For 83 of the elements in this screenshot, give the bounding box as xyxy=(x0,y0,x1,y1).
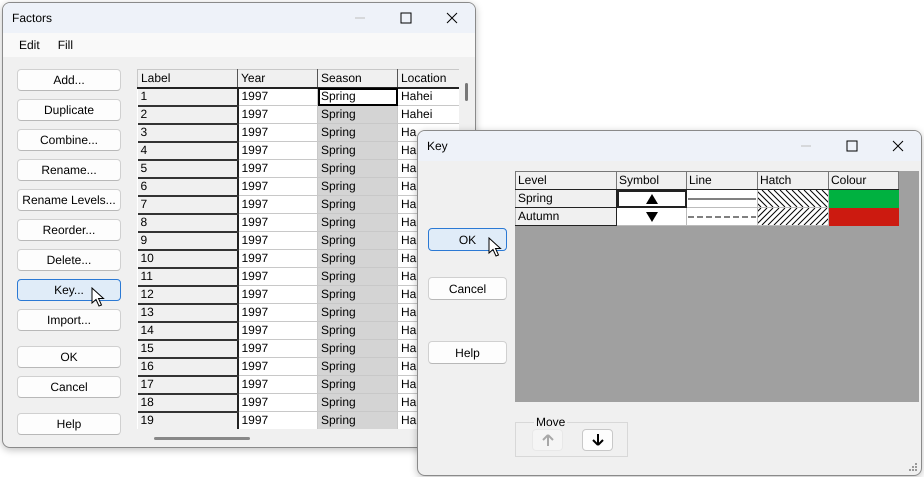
column-header: Symbol xyxy=(616,172,686,190)
close-icon[interactable] xyxy=(446,12,458,24)
table-cell: Spring xyxy=(318,304,398,322)
table-cell: Hahei xyxy=(398,106,459,124)
table-cell: Spring xyxy=(318,376,398,394)
group-label: Move xyxy=(535,415,566,429)
dialog-button[interactable]: OK xyxy=(428,228,507,251)
table-cell: Spring xyxy=(318,358,398,376)
dialog-button[interactable]: Add... xyxy=(17,69,121,91)
dialog-button[interactable]: Help xyxy=(17,413,121,435)
table-cell: 1997 xyxy=(238,286,318,304)
row-label: Spring xyxy=(516,190,616,208)
column-header[interactable]: Year xyxy=(238,70,318,88)
table-cell: Spring xyxy=(318,160,398,178)
menu-item[interactable]: Edit xyxy=(13,36,46,54)
table-cell: Spring xyxy=(318,412,398,429)
dialog-button[interactable]: Duplicate xyxy=(17,99,121,121)
window-title: Key xyxy=(427,139,449,153)
column-header: Line xyxy=(686,172,758,190)
table-cell: 1997 xyxy=(238,196,318,214)
column-header: Level xyxy=(516,172,616,190)
table-cell: Spring xyxy=(318,196,398,214)
up-arrow-icon xyxy=(542,434,554,446)
scrollbar-thumb[interactable] xyxy=(154,437,250,440)
table-cell: 1997 xyxy=(238,412,318,429)
mouse-cursor-icon xyxy=(91,287,105,307)
table-cell: Spring xyxy=(318,88,398,106)
dialog-button[interactable]: Combine... xyxy=(17,129,121,151)
table-cell: Spring xyxy=(318,250,398,268)
table-cell: Spring xyxy=(318,340,398,358)
down-arrow-icon xyxy=(592,434,604,446)
table-cell: 1997 xyxy=(238,232,318,250)
table-cell: 1997 xyxy=(238,268,318,286)
menu-item[interactable]: Fill xyxy=(52,36,80,54)
table-cell: Spring xyxy=(318,214,398,232)
dialog-button[interactable]: OK xyxy=(17,346,121,368)
table-cell: 1997 xyxy=(238,178,318,196)
dialog-button[interactable]: Import... xyxy=(17,309,121,331)
row-label: Autumn xyxy=(516,208,616,226)
table-cell: 1997 xyxy=(238,358,318,376)
maximize-icon[interactable] xyxy=(400,12,412,24)
dialog-button[interactable]: Reorder... xyxy=(17,219,121,241)
table-cell: Spring xyxy=(318,124,398,142)
table-cell: Spring xyxy=(318,286,398,304)
move-down-button[interactable] xyxy=(582,429,613,451)
table-cell: Spring xyxy=(318,178,398,196)
table-cell: Spring xyxy=(318,232,398,250)
dialog-button[interactable]: Rename Levels... xyxy=(17,189,121,211)
column-header[interactable]: Label xyxy=(138,70,238,88)
scrollbar-thumb[interactable] xyxy=(465,83,468,101)
dialog-button[interactable]: Delete... xyxy=(17,249,121,271)
dialog-button[interactable]: Cancel xyxy=(428,277,507,300)
colour-swatch[interactable] xyxy=(828,190,898,208)
table-cell: 1997 xyxy=(238,376,318,394)
close-icon[interactable] xyxy=(892,140,904,152)
table-cell: 1997 xyxy=(238,214,318,232)
dialog-button[interactable]: Key... xyxy=(17,279,121,301)
table-cell: Spring xyxy=(318,322,398,340)
table-cell: 1997 xyxy=(238,304,318,322)
mouse-cursor-icon xyxy=(488,237,502,257)
table-cell: Spring xyxy=(318,268,398,286)
dialog-button[interactable]: Cancel xyxy=(17,376,121,398)
resize-grip-icon[interactable] xyxy=(909,463,918,472)
column-header: Colour xyxy=(828,172,898,190)
table-cell: 1997 xyxy=(238,160,318,178)
maximize-icon[interactable] xyxy=(846,140,858,152)
window-title: Factors xyxy=(12,11,54,25)
dialog-button[interactable]: Rename... xyxy=(17,159,121,181)
table-cell: Spring xyxy=(318,106,398,124)
table-cell: 1997 xyxy=(238,124,318,142)
table-cell: 1997 xyxy=(238,394,318,412)
table-cell: 1997 xyxy=(238,250,318,268)
table-cell: 1997 xyxy=(238,106,318,124)
colour-swatch[interactable] xyxy=(828,208,898,226)
column-header[interactable]: Location xyxy=(398,70,459,88)
column-header: Hatch xyxy=(758,172,828,190)
table-cell: Spring xyxy=(318,394,398,412)
table-cell: 1997 xyxy=(238,322,318,340)
table-cell: 1997 xyxy=(238,142,318,160)
dialog-button[interactable]: Help xyxy=(428,341,507,364)
table-cell: 1997 xyxy=(238,340,318,358)
column-header[interactable]: Season xyxy=(318,70,398,88)
table-cell: Spring xyxy=(318,142,398,160)
